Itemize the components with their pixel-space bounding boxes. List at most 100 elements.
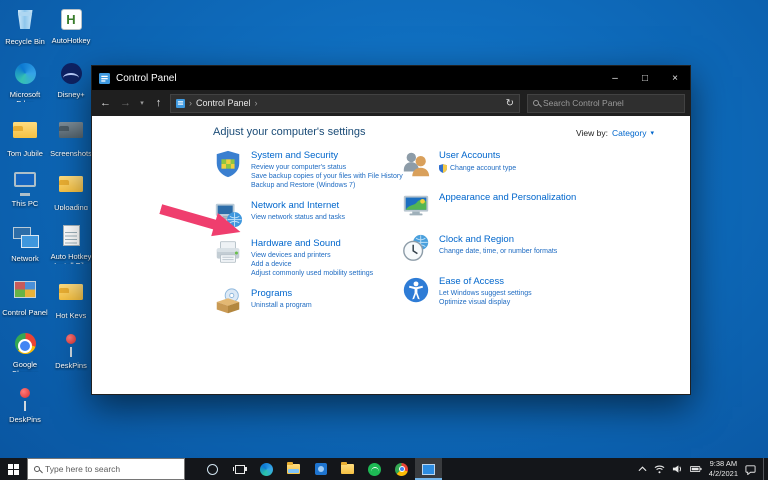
category-task-link[interactable]: View devices and printers — [251, 252, 373, 259]
category-task-link[interactable]: Adjust commonly used mobility settings — [251, 270, 373, 277]
desktop-icon-recycle-bin[interactable]: Recycle Bin — [2, 6, 48, 48]
desktop-icon-microsoft-edge[interactable]: Microsoft Edge — [2, 60, 48, 102]
desktop-icon-deskpins-in[interactable]: DeskPins In... — [2, 384, 48, 426]
desktop-icon-screenshots-shortcuts[interactable]: Screenshots Shortcuts — [48, 114, 94, 156]
volume-icon[interactable] — [672, 464, 683, 474]
search-input[interactable] — [543, 98, 679, 108]
text-file-icon — [62, 225, 80, 246]
category-user-accounts: User Accounts Change account type — [401, 149, 680, 179]
task-view-icon — [232, 464, 247, 474]
category-title[interactable]: Network and Internet — [251, 200, 345, 211]
category-task-link[interactable]: Backup and Restore (Windows 7) — [251, 182, 403, 189]
chrome-icon — [14, 333, 36, 354]
category-title[interactable]: System and Security — [251, 150, 403, 161]
desktop-icon-autohotkey-install-file[interactable]: Auto Hotkey Install File — [48, 222, 94, 264]
search-icon — [533, 100, 539, 106]
category-task-link[interactable]: Change account type — [439, 164, 516, 173]
task-view-button[interactable] — [226, 458, 253, 480]
category-task-link[interactable]: View network status and tasks — [251, 214, 345, 221]
desktop-icon-control-panel[interactable]: Control Panel — [2, 276, 48, 318]
navigation-toolbar: ← → ▾ ↑ › Control Panel › ↻ — [92, 90, 690, 116]
breadcrumb-separator[interactable]: › — [255, 98, 258, 108]
desktop-icon-network[interactable]: Network — [2, 222, 48, 264]
desktop-icon-label: Uploading Folder — [54, 204, 88, 210]
category-title[interactable]: User Accounts — [439, 150, 516, 161]
category-ease-of-access: Ease of Access Let Windows suggest setti… — [401, 275, 680, 308]
cortana-button[interactable] — [199, 458, 226, 480]
edge-icon — [260, 462, 273, 476]
wifi-icon[interactable] — [654, 464, 665, 474]
desktop-icon-hot-keys[interactable]: Hot Keys — [48, 276, 94, 318]
view-by-value[interactable]: Category — [612, 128, 647, 138]
taskbar-app-control-panel-active[interactable] — [415, 458, 442, 480]
up-icon[interactable]: ↑ — [150, 97, 167, 109]
category-task-link[interactable]: Change date, time, or number formats — [439, 248, 557, 255]
desktop-icon-label: Network — [11, 255, 39, 263]
search-icon — [34, 466, 40, 472]
desktop-icon-autohotkey[interactable]: H AutoHotkey — [48, 6, 94, 48]
desktop-icon-label: Hot Keys — [55, 312, 87, 318]
desktop-icon-this-pc[interactable]: This PC — [2, 168, 48, 210]
desktop-icon-label: Disney+ — [57, 91, 85, 99]
folder-icon — [59, 284, 83, 300]
clock-region-icon[interactable] — [401, 233, 431, 263]
desktop-icon-disney-plus[interactable]: Disney+ — [48, 60, 94, 102]
desktop-icon-uploading-folder[interactable]: Uploading Folder — [48, 168, 94, 210]
view-by-control: View by: Category ▾ — [576, 128, 654, 138]
recycle-bin-icon — [17, 10, 33, 29]
category-title[interactable]: Ease of Access — [439, 276, 532, 287]
category-task-link[interactable]: Save backup copies of your files with Fi… — [251, 173, 403, 180]
taskbar-app-folder[interactable] — [334, 458, 361, 480]
control-panel-search-box[interactable] — [527, 93, 685, 113]
start-button[interactable] — [0, 458, 27, 480]
chevron-up-icon[interactable] — [638, 466, 647, 472]
taskbar-search-input[interactable] — [45, 464, 178, 474]
system-tray: 9:38 AM 4/2/2021 — [631, 458, 763, 480]
taskbar-app-edge[interactable] — [253, 458, 280, 480]
battery-icon[interactable] — [689, 465, 702, 473]
window-title: Control Panel — [116, 72, 177, 84]
desktop-icon-tom-jubile[interactable]: Tom Jubile — [2, 114, 48, 156]
desktop-icon-deskpins[interactable]: DeskPins — [48, 330, 94, 372]
taskbar-search-box[interactable] — [27, 458, 185, 480]
action-center-icon[interactable] — [745, 464, 756, 475]
taskbar-app-chrome[interactable] — [388, 458, 415, 480]
taskbar-app-file-explorer[interactable] — [280, 458, 307, 480]
window-caption-buttons: – □ × — [600, 66, 690, 90]
appearance-icon[interactable] — [401, 191, 431, 221]
user-accounts-icon[interactable] — [401, 149, 431, 179]
ease-of-access-icon[interactable] — [401, 275, 431, 305]
recent-pages-dropdown-icon[interactable]: ▾ — [137, 99, 147, 107]
back-icon[interactable]: ← — [97, 97, 114, 109]
desktop-icon-label: Google Chrome — [12, 361, 39, 372]
category-task-link[interactable]: Let Windows suggest settings — [439, 290, 532, 297]
breadcrumb[interactable]: Control Panel — [196, 98, 251, 108]
category-title[interactable]: Clock and Region — [439, 234, 557, 245]
windows-logo-icon — [8, 463, 19, 475]
category-title[interactable]: Hardware and Sound — [251, 238, 373, 249]
window-titlebar[interactable]: Control Panel – □ × — [92, 66, 690, 90]
refresh-icon[interactable]: ↻ — [506, 98, 514, 109]
chevron-down-icon[interactable]: ▾ — [650, 129, 654, 137]
taskbar-clock[interactable]: 9:38 AM 4/2/2021 — [709, 459, 738, 479]
category-title[interactable]: Programs — [251, 288, 312, 299]
security-shield-icon[interactable] — [213, 149, 243, 179]
desktop-icon-google-chrome[interactable]: Google Chrome — [2, 330, 48, 372]
close-button[interactable]: × — [660, 66, 690, 90]
minimize-button[interactable]: – — [600, 66, 630, 90]
category-task-link[interactable]: Optimize visual display — [439, 299, 532, 306]
programs-box-icon[interactable] — [213, 287, 243, 317]
category-task-link[interactable]: Review your computer's status — [251, 164, 403, 171]
address-bar[interactable]: › Control Panel › ↻ — [170, 93, 520, 113]
taskbar-app-spotify[interactable] — [361, 458, 388, 480]
maximize-button[interactable]: □ — [630, 66, 660, 90]
category-title[interactable]: Appearance and Personalization — [439, 192, 576, 203]
chrome-icon — [395, 462, 408, 476]
taskbar-app-photos[interactable] — [307, 458, 334, 480]
category-task-link[interactable]: Uninstall a program — [251, 302, 312, 309]
forward-icon[interactable]: → — [117, 97, 134, 109]
show-desktop-button[interactable] — [763, 458, 768, 480]
desktop-icon-label: DeskPins — [55, 362, 87, 370]
category-appearance-and-personalization: Appearance and Personalization — [401, 191, 680, 221]
category-task-link[interactable]: Add a device — [251, 261, 373, 268]
